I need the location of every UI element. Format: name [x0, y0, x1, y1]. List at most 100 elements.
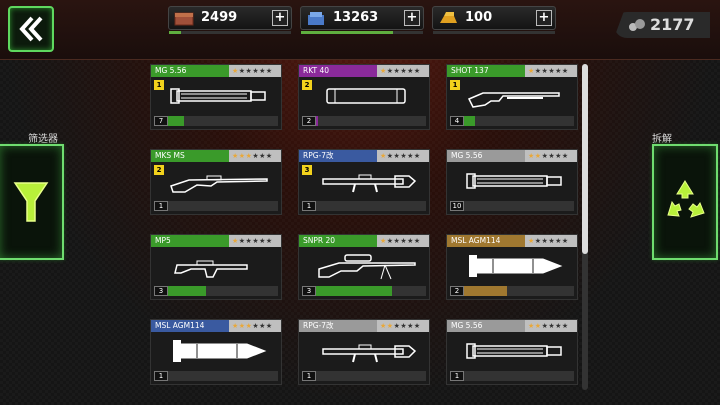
- supply-progress: [169, 31, 291, 34]
- weapon-name: MP5: [151, 235, 229, 247]
- weapon-count-bar: 1: [154, 201, 278, 211]
- weapon-card[interactable]: RPG-7改 ★★★★★★ 3 1: [298, 149, 430, 215]
- weapon-card[interactable]: MG 5.56 ★★★★★★ 1 7: [150, 64, 282, 130]
- weapon-card[interactable]: MG 5.56 ★★★★★★ 1: [446, 319, 578, 385]
- recycle-icon: [667, 180, 705, 218]
- weapon-level-badge: 2: [154, 165, 164, 175]
- weapon-count-bar: 1: [450, 371, 574, 381]
- weapon-header: RPG-7改 ★★★★★★: [299, 150, 429, 162]
- weapon-count-bar: 1: [302, 201, 426, 211]
- filter-button[interactable]: [0, 144, 64, 260]
- weapon-count-bar: 4: [450, 116, 574, 126]
- weapon-stars: ★★★★★★: [377, 320, 429, 332]
- weapon-level-badge: 3: [302, 165, 312, 175]
- weapon-count-bar: 1: [154, 371, 278, 381]
- weapon-count: 3: [154, 286, 168, 296]
- weapon-header: MSL AGM114 ★★★★★★: [447, 235, 577, 247]
- weapon-card[interactable]: MSL AGM114 ★★★★★★ 1: [150, 319, 282, 385]
- smg-icon: [174, 260, 248, 278]
- top-bar: 2499 + 13263 + 100 + 2177: [0, 0, 720, 60]
- rpg-icon: [322, 344, 417, 363]
- weapon-progress-fill: [168, 286, 206, 296]
- weapon-count: 1: [302, 371, 316, 381]
- weapon-card[interactable]: SHOT 137 ★★★★★★ 1 4: [446, 64, 578, 130]
- weapon-count-bar: 2: [302, 116, 426, 126]
- weapon-stars: ★★★★★★: [525, 320, 577, 332]
- filter-label: 筛选器: [28, 134, 58, 145]
- weapon-stars: ★★★★★★: [229, 150, 281, 162]
- weapon-card[interactable]: MP5 ★★★★★★ 3: [150, 234, 282, 300]
- weapon-card[interactable]: MSL AGM114 ★★★★★★ 2: [446, 234, 578, 300]
- weapon-progress-fill: [168, 116, 185, 126]
- weapon-count-bar: 1: [302, 371, 426, 381]
- weapon-count: 2: [302, 116, 316, 126]
- weapon-header: MP5 ★★★★★★: [151, 235, 281, 247]
- minigun-icon: [170, 88, 266, 104]
- back-button[interactable]: [8, 6, 54, 52]
- weapon-level-badge: 2: [302, 80, 312, 90]
- weapon-name: RPG-7改: [299, 320, 377, 332]
- weapon-count-bar: 2: [450, 286, 574, 296]
- steel-value: 13263: [333, 10, 379, 25]
- weapon-stars: ★★★★★★: [525, 235, 577, 247]
- scrollbar[interactable]: [582, 64, 588, 390]
- weapon-count-bar: 3: [154, 286, 278, 296]
- weapon-card[interactable]: RKT 40 ★★★★★★ 2 2: [298, 64, 430, 130]
- weapon-count: 2: [450, 286, 464, 296]
- weapon-card[interactable]: RPG-7改 ★★★★★★ 1: [298, 319, 430, 385]
- weapon-count: 10: [450, 201, 464, 211]
- rpg-icon: [322, 174, 417, 193]
- minigun-icon: [466, 343, 562, 359]
- weapon-header: RKT 40 ★★★★★★: [299, 65, 429, 77]
- weapon-level-badge: 1: [450, 80, 460, 90]
- weapon-progress-fill: [464, 116, 475, 126]
- weapon-stars: ★★★★★★: [229, 320, 281, 332]
- weapon-count: 3: [302, 286, 316, 296]
- weapon-header: SHOT 137 ★★★★★★: [447, 65, 577, 77]
- weapon-name: RKT 40: [299, 65, 377, 77]
- weapon-level-badge: 1: [154, 80, 164, 90]
- weapon-name: MG 5.56: [151, 65, 229, 77]
- weapon-stars: ★★★★★★: [377, 235, 429, 247]
- weapon-count-bar: 7: [154, 116, 278, 126]
- weapon-count: 1: [302, 201, 316, 211]
- missile-icon: [173, 340, 267, 362]
- steel-progress: [301, 31, 423, 34]
- weapon-card[interactable]: SNPR 20 ★★★★★★ 3: [298, 234, 430, 300]
- resource-gold: 100 +: [432, 6, 556, 34]
- weapon-name: MG 5.56: [447, 320, 525, 332]
- weapon-card[interactable]: MG 5.56 ★★★★★★ 10: [446, 149, 578, 215]
- weapon-stars: ★★★★★★: [525, 150, 577, 162]
- weapon-name: SHOT 137: [447, 65, 525, 77]
- funnel-icon: [13, 182, 49, 222]
- weapon-header: SNPR 20 ★★★★★★: [299, 235, 429, 247]
- weapon-name: RPG-7改: [299, 150, 377, 162]
- weapon-header: RPG-7改 ★★★★★★: [299, 320, 429, 332]
- weapon-progress-fill: [316, 116, 319, 126]
- add-steel-button[interactable]: +: [404, 10, 420, 26]
- weapon-card[interactable]: MKS MS ★★★★★★ 2 1: [150, 149, 282, 215]
- scroll-thumb[interactable]: [582, 64, 588, 254]
- gems-icon: [629, 19, 645, 31]
- weapon-grid: MG 5.56 ★★★★★★ 1 7 RKT 40 ★★★★★★ 2 2 SHOT 137 ★★★…: [146, 62, 580, 394]
- weapon-stars: ★★★★★★: [525, 65, 577, 77]
- weapon-header: MSL AGM114 ★★★★★★: [151, 320, 281, 332]
- missile-icon: [469, 255, 563, 277]
- rifle-icon: [170, 175, 268, 193]
- weapon-header: MG 5.56 ★★★★★★: [151, 65, 281, 77]
- add-supply-button[interactable]: +: [272, 10, 288, 26]
- gold-value: 100: [465, 10, 493, 25]
- weapon-header: MG 5.56 ★★★★★★: [447, 320, 577, 332]
- add-gold-button[interactable]: +: [536, 10, 552, 26]
- gems-value: 2177: [650, 15, 695, 34]
- weapon-count-bar: 3: [302, 286, 426, 296]
- weapon-name: MSL AGM114: [447, 235, 525, 247]
- weapon-name: MSL AGM114: [151, 320, 229, 332]
- weapon-name: MG 5.56: [447, 150, 525, 162]
- disassemble-button[interactable]: [652, 144, 718, 260]
- weapon-header: MKS MS ★★★★★★: [151, 150, 281, 162]
- resource-steel: 13263 +: [300, 6, 424, 34]
- weapon-count: 1: [154, 371, 168, 381]
- weapon-count: 4: [450, 116, 464, 126]
- weapon-header: MG 5.56 ★★★★★★: [447, 150, 577, 162]
